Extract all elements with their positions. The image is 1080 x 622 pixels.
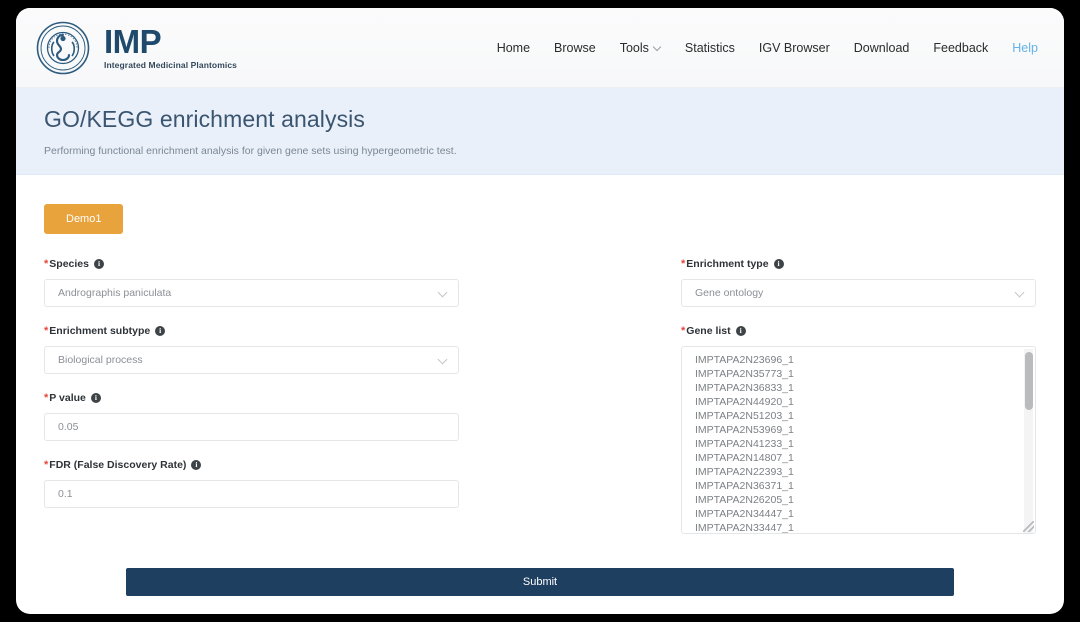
gene-list-item: IMPTAPA2N36833_1 xyxy=(695,382,794,394)
main-navigation: Home Browse Tools Statistics IGV Browser… xyxy=(485,8,1050,88)
label-species: * Species i xyxy=(44,258,459,270)
submit-row: Submit xyxy=(16,568,1064,596)
label-text: Species xyxy=(49,258,89,270)
chevron-down-icon xyxy=(1016,289,1023,296)
nav-item-home[interactable]: Home xyxy=(485,35,542,61)
gene-list-scrollbar-thumb[interactable] xyxy=(1024,352,1033,410)
label-text: Enrichment type xyxy=(686,258,769,270)
nav-label: IGV Browser xyxy=(758,41,830,55)
nav-item-download[interactable]: Download xyxy=(842,35,922,61)
site-header: IMP Integrated Medicinal Plantomics Home… xyxy=(16,8,1064,88)
form-grid: * Species i Andrographis paniculata * Enric… xyxy=(44,258,1036,552)
nav-item-feedback[interactable]: Feedback xyxy=(921,35,1000,61)
gene-list-item: IMPTAPA2N51203_1 xyxy=(695,410,794,422)
gene-list-item: IMPTAPA2N44920_1 xyxy=(695,396,794,408)
field-fdr: * FDR (False Discovery Rate) i xyxy=(44,459,459,508)
chevron-down-icon xyxy=(439,289,446,296)
info-icon[interactable]: i xyxy=(93,259,104,269)
species-select[interactable]: Andrographis paniculata xyxy=(44,279,459,307)
gene-list-item: IMPTAPA2N34447_1 xyxy=(695,508,794,520)
label-enrichment-subtype: * Enrichment subtype i xyxy=(44,325,459,337)
nav-label: Home xyxy=(496,41,531,55)
page-container: IMP Integrated Medicinal Plantomics Home… xyxy=(16,8,1064,614)
gene-list-item: IMPTAPA2N33447_1 xyxy=(695,522,794,533)
label-text: Enrichment subtype xyxy=(49,325,151,337)
label-gene-list: * Gene list i xyxy=(681,325,1036,337)
submit-button[interactable]: Submit xyxy=(126,568,954,596)
gene-list-item: IMPTAPA2N36371_1 xyxy=(695,480,794,492)
form-column-left: * Species i Andrographis paniculata * Enric… xyxy=(44,258,459,552)
gene-list-item: IMPTAPA2N41233_1 xyxy=(695,438,794,450)
species-value: Andrographis paniculata xyxy=(58,287,172,299)
enrichment-subtype-value: Biological process xyxy=(58,354,143,366)
nav-label: Statistics xyxy=(684,41,735,55)
gene-list-lines: IMPTAPA2N23696_1 IMPTAPA2N35773_1 IMPTAPA2… xyxy=(682,347,1035,533)
chevron-down-icon xyxy=(439,356,446,363)
enrichment-type-select[interactable]: Gene ontology xyxy=(681,279,1036,307)
label-text: FDR (False Discovery Rate) xyxy=(49,459,187,471)
nav-label: Help xyxy=(1012,41,1038,55)
gene-list-item: IMPTAPA2N35773_1 xyxy=(695,368,794,380)
nav-label: Feedback xyxy=(933,41,989,55)
nav-item-help[interactable]: Help xyxy=(1000,35,1050,61)
required-asterisk: * xyxy=(44,391,49,404)
nav-item-igv-browser[interactable]: IGV Browser xyxy=(747,35,842,61)
info-icon[interactable]: i xyxy=(155,326,166,336)
info-icon[interactable]: i xyxy=(191,460,202,470)
p-value-input[interactable] xyxy=(44,413,459,441)
nav-item-statistics[interactable]: Statistics xyxy=(673,35,747,61)
nav-label: Tools xyxy=(619,41,649,55)
info-icon[interactable]: i xyxy=(773,259,784,269)
brand[interactable]: IMP Integrated Medicinal Plantomics xyxy=(36,21,237,75)
page-banner: GO/KEGG enrichment analysis Performing f… xyxy=(16,88,1064,175)
field-species: * Species i Andrographis paniculata xyxy=(44,258,459,307)
enrichment-type-value: Gene ontology xyxy=(695,287,764,299)
gene-list-textarea[interactable]: IMPTAPA2N23696_1 IMPTAPA2N35773_1 IMPTAPA2… xyxy=(681,346,1036,534)
circular-seal-logo-icon xyxy=(36,21,90,75)
label-fdr: * FDR (False Discovery Rate) i xyxy=(44,459,459,471)
resize-handle-icon[interactable] xyxy=(1023,521,1034,532)
demo1-button[interactable]: Demo1 xyxy=(44,204,124,234)
brand-title: IMP xyxy=(104,23,162,61)
gene-list-item: IMPTAPA2N22393_1 xyxy=(695,466,794,478)
nav-label: Browse xyxy=(554,41,596,55)
form-content: Demo1 * Species i Andrographis paniculata … xyxy=(16,175,1064,614)
nav-label: Download xyxy=(853,41,910,55)
fdr-input[interactable] xyxy=(44,480,459,508)
required-asterisk: * xyxy=(44,324,49,337)
brand-subtitle: Integrated Medicinal Plantomics xyxy=(104,60,237,71)
nav-item-browse[interactable]: Browse xyxy=(542,35,608,61)
required-asterisk: * xyxy=(44,257,49,270)
form-column-right: * Enrichment type i Gene ontology * Gene li… xyxy=(681,258,1036,552)
enrichment-subtype-select[interactable]: Biological process xyxy=(44,346,459,374)
gene-list-item: IMPTAPA2N26205_1 xyxy=(695,494,794,506)
label-enrichment-type: * Enrichment type i xyxy=(681,258,1036,270)
page-description: Performing functional enrichment analysi… xyxy=(44,145,457,157)
field-gene-list: * Gene list i IMPTAPA2N23696_1 IMPTAPA2N357… xyxy=(681,325,1036,534)
required-asterisk: * xyxy=(681,324,686,337)
field-enrichment-type: * Enrichment type i Gene ontology xyxy=(681,258,1036,307)
label-text: Gene list xyxy=(686,325,731,337)
nav-item-tools[interactable]: Tools xyxy=(608,35,673,61)
required-asterisk: * xyxy=(44,458,49,471)
info-icon[interactable]: i xyxy=(735,326,746,336)
gene-list-item: IMPTAPA2N14807_1 xyxy=(695,452,794,464)
gene-list-item: IMPTAPA2N23696_1 xyxy=(695,354,794,366)
page-title: GO/KEGG enrichment analysis xyxy=(44,106,365,132)
required-asterisk: * xyxy=(681,257,686,270)
gene-list-item: IMPTAPA2N53969_1 xyxy=(695,424,794,436)
field-enrichment-subtype: * Enrichment subtype i Biological process xyxy=(44,325,459,374)
label-text: P value xyxy=(49,392,86,404)
label-p-value: * P value i xyxy=(44,392,459,404)
chevron-down-icon xyxy=(654,44,661,51)
field-p-value: * P value i xyxy=(44,392,459,441)
info-icon[interactable]: i xyxy=(90,393,101,403)
